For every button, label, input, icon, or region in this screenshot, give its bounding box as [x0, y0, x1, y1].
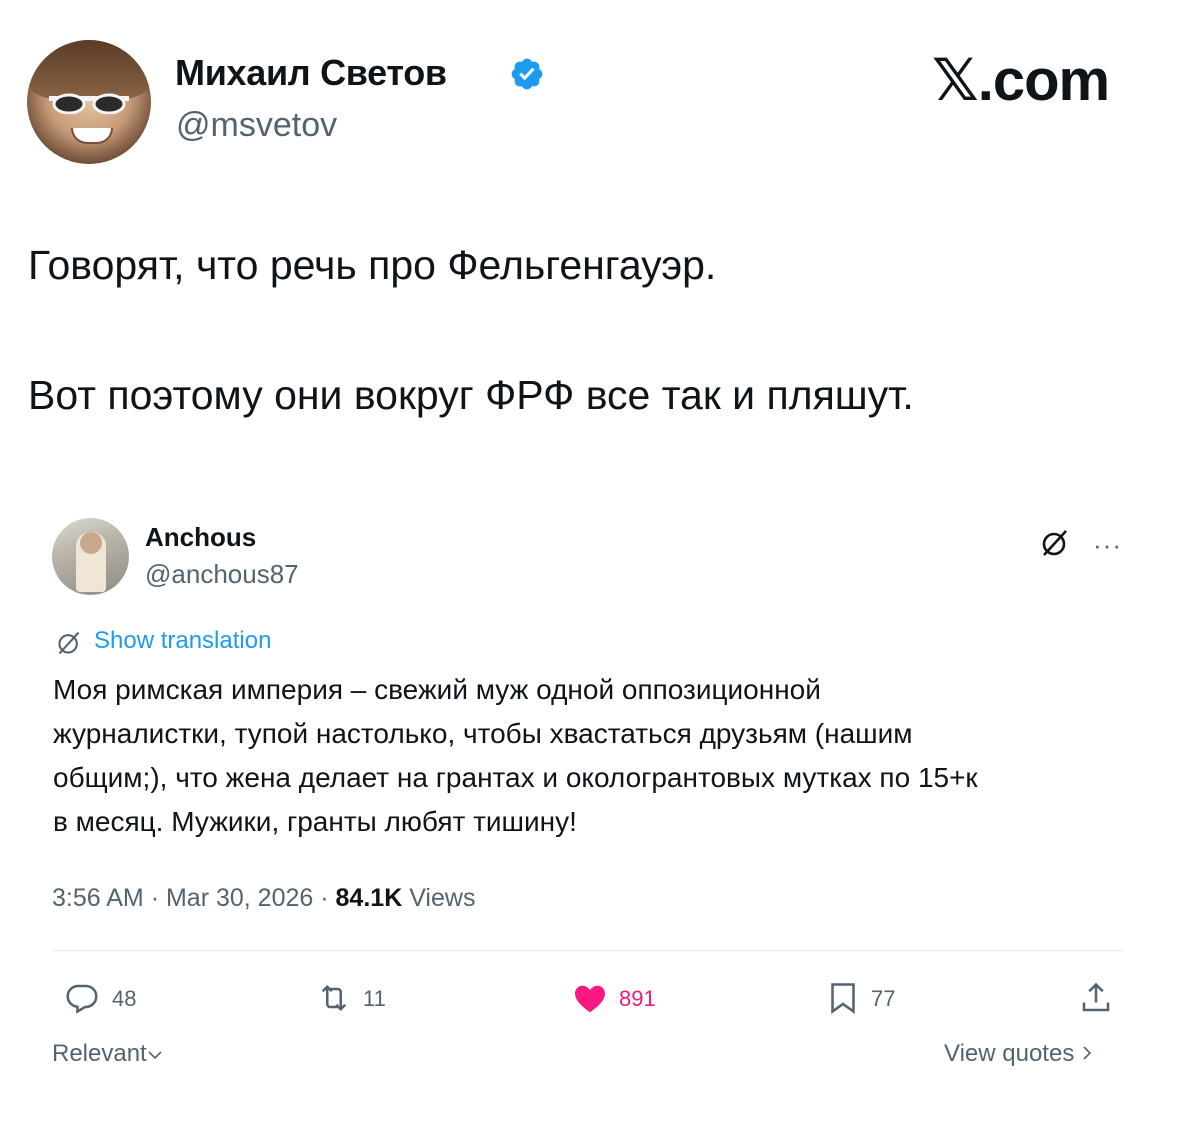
sort-relevant-dropdown[interactable]: Relevant	[52, 1040, 163, 1068]
glasses-graphic	[49, 93, 129, 114]
quoted-text-line: общим;), что жена делает на грантах и ок…	[53, 762, 978, 793]
author-name[interactable]: Михаил Светов	[175, 52, 447, 94]
quoted-author-handle[interactable]: @anchous87	[145, 559, 299, 590]
grok-icon[interactable]	[1040, 528, 1070, 558]
chevron-down-icon	[148, 1051, 162, 1060]
quoted-text-line: Моя римская империя – свежий муж одной о…	[53, 674, 821, 705]
quoted-text-line: в месяц. Мужики, гранты любят тишину!	[53, 806, 577, 837]
like-count: 891	[619, 986, 656, 1011]
bookmark-count: 77	[871, 986, 896, 1011]
separator-dot: ·	[320, 884, 336, 912]
views-label: Views	[409, 884, 476, 912]
relevant-label: Relevant	[52, 1040, 147, 1067]
tweet-time[interactable]: 3:56 AM	[52, 884, 144, 912]
more-icon[interactable]: ···	[1093, 530, 1122, 561]
repost-count: 11	[363, 986, 386, 1011]
author-avatar[interactable]	[27, 40, 151, 164]
bookmark-icon	[831, 983, 855, 1014]
quoted-author-name[interactable]: Anchous	[145, 522, 256, 553]
tweet-date[interactable]: Mar 30, 2026	[166, 884, 313, 912]
quoted-text-line: журналистки, тупой настолько, чтобы хвас…	[53, 718, 913, 749]
tweet-meta: 3:56 AM · Mar 30, 2026 · 84.1K Views	[52, 884, 475, 913]
translate-icon	[58, 631, 80, 655]
reply-icon	[66, 984, 98, 1014]
author-handle[interactable]: @msvetov	[176, 106, 337, 145]
reply-count: 48	[112, 986, 137, 1011]
chevron-right-icon	[1083, 1046, 1092, 1060]
view-quotes-label: View quotes	[944, 1040, 1075, 1067]
like-icon	[575, 985, 605, 1013]
tweet-text-line: Говорят, что речь про Фельгенгауэр.	[28, 242, 717, 288]
site-logo: 𝕏.com	[932, 48, 1110, 113]
views-count: 84.1K	[335, 884, 403, 912]
view-quotes-link[interactable]: View quotes	[944, 1040, 1093, 1068]
share-icon	[1082, 982, 1110, 1012]
separator-dot: ·	[150, 884, 166, 912]
divider	[52, 950, 1124, 951]
tweet-text-line: Вот поэтому они вокруг ФРФ все так и пля…	[28, 372, 914, 418]
repost-icon	[321, 984, 347, 1012]
verified-badge-icon	[511, 58, 543, 90]
quoted-author-avatar[interactable]	[52, 518, 129, 595]
show-translation-label[interactable]: Show translation	[94, 627, 271, 655]
